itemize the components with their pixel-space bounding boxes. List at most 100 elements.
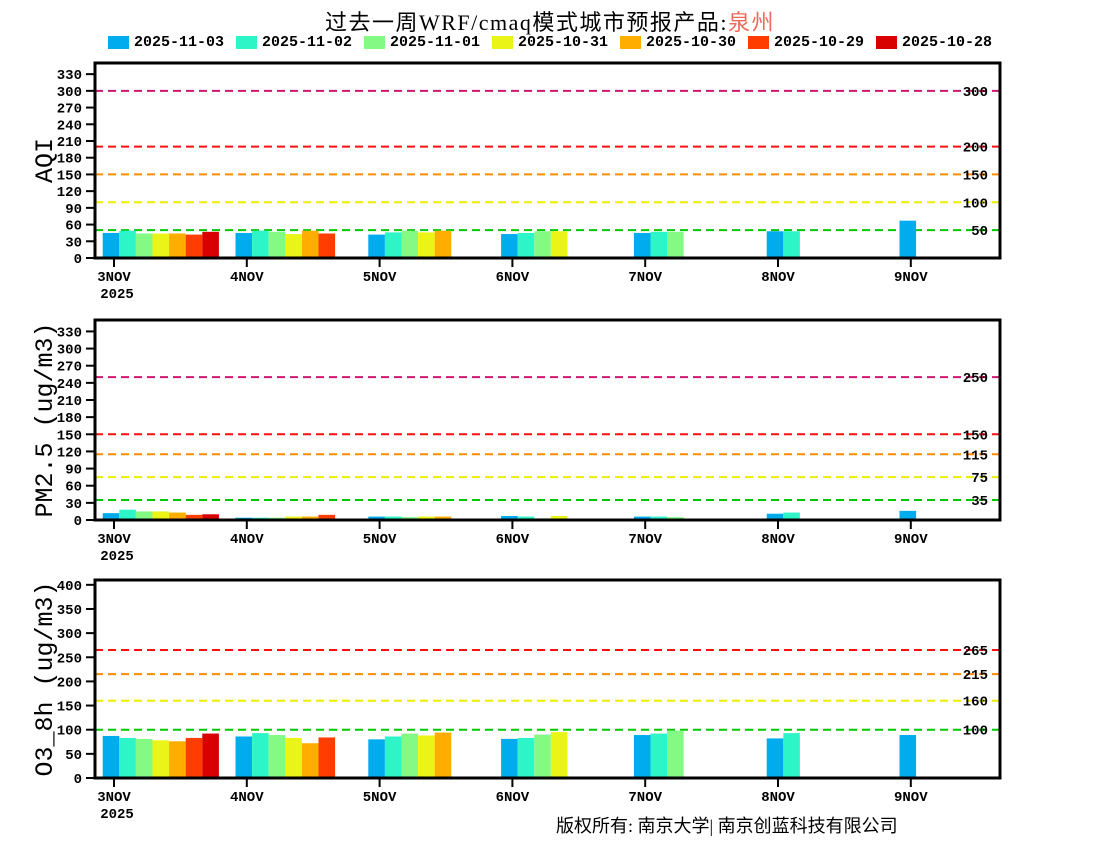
y-tick-label: 150 <box>57 428 82 444</box>
plot-border <box>93 318 1002 522</box>
bar-2025-11-03-8NOV <box>766 231 784 258</box>
bar-2025-11-02-4NOV <box>252 230 269 258</box>
y-tick-label: 180 <box>57 411 82 427</box>
threshold-label-300: 300 <box>963 85 988 101</box>
plot-border <box>93 61 1002 260</box>
chart-pm2.5: 03060901201501802102402703003303NOV20254… <box>31 318 1002 565</box>
y-tick-label: 50 <box>65 748 82 764</box>
bar-2025-10-29-3NOV <box>185 234 203 258</box>
bar-2025-11-03-3NOV <box>102 232 120 258</box>
bar-2025-10-30-5NOV <box>434 230 452 258</box>
threshold-label-265: 265 <box>963 644 988 660</box>
y-tick-label: 90 <box>65 463 82 479</box>
threshold-label-115: 115 <box>963 448 988 464</box>
y-tick-label: 300 <box>57 343 82 359</box>
bar-2025-11-01-5NOV <box>401 733 419 778</box>
bar-2025-11-02-8NOV <box>783 231 800 258</box>
x-tick-label: 3NOV <box>97 790 131 806</box>
threshold-label-250: 250 <box>963 371 988 387</box>
y-tick-label: 350 <box>57 603 82 619</box>
bar-2025-11-02-7NOV <box>650 733 668 778</box>
y-tick-label: 120 <box>57 185 82 201</box>
charts-canvas: 03060901201501802102402703003303NOV20254… <box>31 61 1002 823</box>
x-tick-label: 9NOV <box>894 270 928 286</box>
bar-2025-11-02-3NOV <box>119 737 136 778</box>
y-tick-label: 150 <box>57 700 82 716</box>
bar-2025-10-31-6NOV <box>550 732 568 778</box>
threshold-label-160: 160 <box>963 695 988 711</box>
bar-2025-11-02-8NOV <box>783 733 800 778</box>
x-tick-label: 8NOV <box>761 790 795 806</box>
bar-2025-11-02-6NOV <box>517 232 535 258</box>
bar-2025-10-31-6NOV <box>550 231 568 258</box>
bar-2025-11-03-4NOV <box>235 736 253 778</box>
x-tick-label: 4NOV <box>230 532 264 548</box>
bar-2025-11-03-7NOV <box>633 232 651 258</box>
y-tick-label: 100 <box>57 724 82 740</box>
x-tick-label: 4NOV <box>230 270 264 286</box>
bar-2025-10-29-4NOV <box>318 737 336 778</box>
y-tick-label: 200 <box>57 675 82 691</box>
bar-2025-11-02-4NOV <box>252 733 269 778</box>
bar-2025-11-01-4NOV <box>268 231 286 258</box>
y-tick-label: 60 <box>65 480 82 496</box>
chart-aqi: 03060901201501802102402703003303NOV20254… <box>31 61 1002 303</box>
y-tick-label: 210 <box>57 135 82 151</box>
y-tick-label: 270 <box>57 102 82 118</box>
x-tick-label: 9NOV <box>894 790 928 806</box>
threshold-label-35: 35 <box>971 494 988 510</box>
bar-2025-11-02-5NOV <box>384 232 402 258</box>
x-tick-sublabel: 2025 <box>100 807 134 823</box>
bar-2025-11-03-8NOV <box>766 738 784 778</box>
threshold-label-100: 100 <box>963 724 988 740</box>
bar-2025-10-29-3NOV <box>185 737 203 778</box>
bar-2025-10-30-5NOV <box>434 732 452 778</box>
y-tick-label: 0 <box>74 252 82 268</box>
x-tick-label: 6NOV <box>496 790 530 806</box>
bar-2025-11-02-3NOV <box>119 509 136 520</box>
x-tick-label: 3NOV <box>97 532 131 548</box>
bar-2025-10-30-4NOV <box>301 743 319 778</box>
bar-2025-10-31-4NOV <box>285 234 302 258</box>
y-tick-label: 0 <box>74 772 82 788</box>
bar-2025-10-31-3NOV <box>152 233 170 258</box>
bar-2025-11-03-4NOV <box>235 232 253 258</box>
y-axis-title: AQI <box>31 138 60 183</box>
y-tick-label: 330 <box>57 68 82 84</box>
bar-2025-10-31-4NOV <box>285 737 302 778</box>
bar-2025-11-02-5NOV <box>384 736 402 778</box>
bar-2025-11-01-6NOV <box>534 734 551 778</box>
y-tick-label: 240 <box>57 377 82 393</box>
y-axis-title: O3_8h (ug/m3) <box>31 581 60 776</box>
footer-copyright: 版权所有: 南京大学| 南京创蓝科技有限公司 <box>556 816 898 836</box>
bar-2025-11-01-3NOV <box>135 233 153 258</box>
x-tick-label: 7NOV <box>628 790 662 806</box>
bar-2025-11-01-6NOV <box>534 231 551 258</box>
bar-2025-11-03-9NOV <box>899 220 917 258</box>
x-tick-label: 5NOV <box>363 532 397 548</box>
y-tick-label: 240 <box>57 118 82 134</box>
threshold-label-75: 75 <box>971 471 988 487</box>
y-tick-label: 250 <box>57 651 82 667</box>
y-tick-label: 300 <box>57 627 82 643</box>
bar-2025-11-01-5NOV <box>401 230 419 258</box>
bar-2025-10-28-3NOV <box>202 231 219 258</box>
threshold-label-215: 215 <box>963 668 988 684</box>
threshold-label-100: 100 <box>963 196 988 212</box>
x-tick-label: 8NOV <box>761 532 795 548</box>
x-tick-label: 4NOV <box>230 790 264 806</box>
x-tick-label: 8NOV <box>761 270 795 286</box>
x-tick-label: 6NOV <box>496 270 530 286</box>
y-tick-label: 300 <box>57 85 82 101</box>
threshold-label-200: 200 <box>963 141 988 157</box>
y-tick-label: 270 <box>57 360 82 376</box>
bar-2025-11-01-4NOV <box>268 735 286 778</box>
y-tick-label: 90 <box>65 202 82 218</box>
x-tick-label: 7NOV <box>628 270 662 286</box>
y-tick-label: 60 <box>65 219 82 235</box>
bar-2025-11-03-5NOV <box>368 739 385 778</box>
chart-o3_8h: 0 50 100 150 200 250 300 350 400 3NOV2025 4NOV 5NOV… <box>31 578 1002 823</box>
x-tick-label: 5NOV <box>363 790 397 806</box>
bar-2025-11-01-7NOV <box>667 730 684 778</box>
bar-2025-10-28-3NOV <box>202 733 219 778</box>
